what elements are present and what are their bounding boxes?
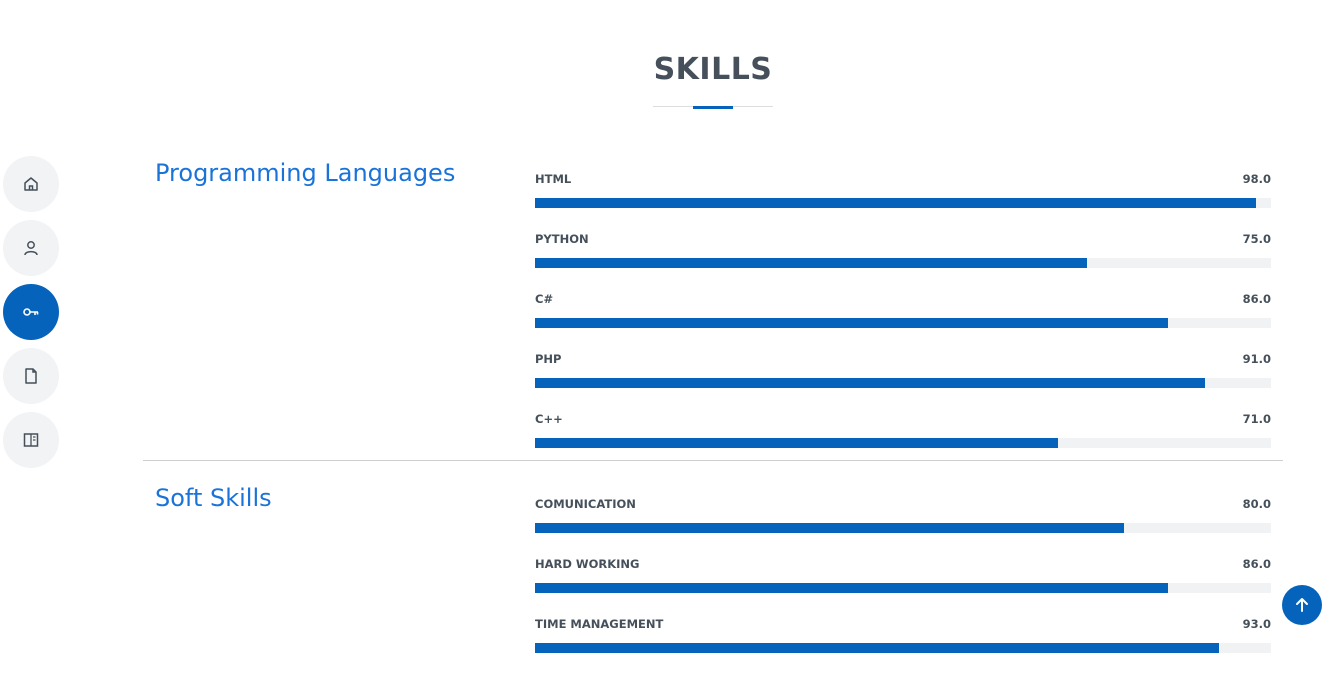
progress-fill (535, 198, 1257, 208)
progress-fill (535, 583, 1168, 593)
skill-item: TIME MANAGEMENT 93.0 (535, 616, 1271, 676)
group-title: Soft Skills (155, 484, 272, 512)
key-icon (23, 308, 39, 316)
progress-track (535, 378, 1271, 388)
skill-value: 93.0 (1242, 617, 1271, 631)
skill-name: TIME MANAGEMENT (535, 617, 664, 631)
skill-item: PYTHON 75.0 (535, 231, 1271, 291)
nav-skills[interactable] (3, 284, 59, 340)
progress-track (535, 318, 1271, 328)
side-nav (3, 156, 59, 476)
title-underline-accent (693, 106, 733, 109)
skill-name: PYTHON (535, 232, 589, 246)
nav-home[interactable] (3, 156, 59, 212)
skill-value: 91.0 (1242, 352, 1271, 366)
progress-track (535, 198, 1271, 208)
skill-value: 98.0 (1242, 172, 1271, 186)
progress-track (535, 258, 1271, 268)
progress-track (535, 643, 1271, 653)
skill-name: HARD WORKING (535, 557, 640, 571)
arrow-up-icon (1296, 598, 1308, 612)
skill-value: 86.0 (1242, 292, 1271, 306)
file-icon (25, 368, 37, 384)
nav-resume[interactable] (3, 348, 59, 404)
skill-item: COMUNICATION 80.0 (535, 496, 1271, 556)
nav-portfolio[interactable] (3, 412, 59, 468)
skill-group-programming: Programming Languages HTML 98.0 PYTHON 7… (143, 150, 1283, 461)
skill-name: PHP (535, 352, 562, 366)
progress-fill (535, 438, 1058, 448)
section-title: SKILLS (653, 52, 773, 87)
progress-track (535, 583, 1271, 593)
progress-fill (535, 318, 1168, 328)
skill-name: C++ (535, 412, 563, 426)
progress-fill (535, 643, 1220, 653)
progress-fill (535, 523, 1124, 533)
skill-item: C# 86.0 (535, 291, 1271, 351)
skill-value: 86.0 (1242, 557, 1271, 571)
skill-group-soft: Soft Skills COMUNICATION 80.0 HARD WORKI… (143, 461, 1283, 661)
home-icon (24, 177, 38, 191)
skill-value: 80.0 (1242, 497, 1271, 511)
skill-name: C# (535, 292, 554, 306)
group-title: Programming Languages (155, 159, 456, 187)
back-to-top-button[interactable] (1282, 585, 1322, 625)
skill-item: PHP 91.0 (535, 351, 1271, 411)
skill-item: HARD WORKING 86.0 (535, 556, 1271, 616)
nav-about[interactable] (3, 220, 59, 276)
skill-value: 75.0 (1242, 232, 1271, 246)
progress-fill (535, 258, 1087, 268)
skill-name: COMUNICATION (535, 497, 636, 511)
skill-list: COMUNICATION 80.0 HARD WORKING 86.0 TIME… (535, 496, 1271, 676)
skill-item: HTML 98.0 (535, 171, 1271, 231)
skill-name: HTML (535, 172, 572, 186)
skill-list: HTML 98.0 PYTHON 75.0 C# 86.0 PHP 91.0 C… (535, 171, 1271, 471)
progress-fill (535, 378, 1205, 388)
progress-track (535, 523, 1271, 533)
skill-value: 71.0 (1242, 412, 1271, 426)
person-icon (24, 241, 38, 256)
progress-track (535, 438, 1271, 448)
book-icon (23, 433, 39, 447)
